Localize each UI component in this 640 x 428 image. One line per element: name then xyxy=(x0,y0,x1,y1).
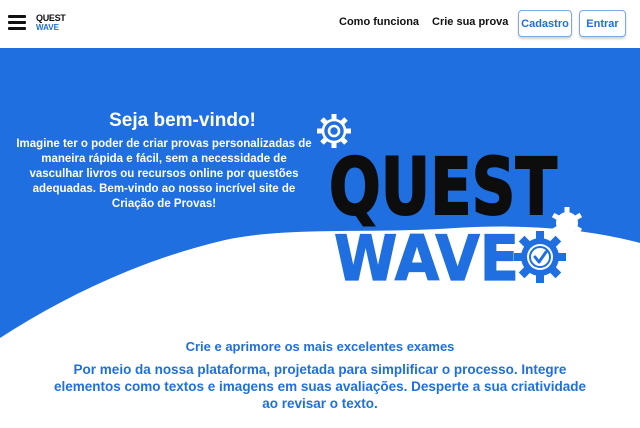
hamburger-menu-icon[interactable] xyxy=(8,15,26,31)
brand-word-quest: QUEST xyxy=(329,143,557,233)
login-button[interactable]: Entrar xyxy=(579,10,626,37)
nav-logo-line1: QUEST xyxy=(36,13,66,23)
nav-link-crie-sua-prova[interactable]: Crie sua prova xyxy=(432,15,508,29)
brand-word-wave: WAVE xyxy=(334,222,519,295)
section-title: Crie e aprimore os mais excelentes exame… xyxy=(185,339,455,354)
nav-logo[interactable]: QUEST WAVE xyxy=(36,14,66,34)
questwave-logo: QUEST WAVE xyxy=(317,114,583,295)
hero-description: Imagine ter o poder de criar provas pers… xyxy=(16,138,312,210)
gear-check-icon xyxy=(514,231,566,283)
signup-button[interactable]: Cadastro xyxy=(518,10,572,37)
nav-logo-line2: WAVE xyxy=(36,23,59,32)
top-navbar: QUEST WAVE Como funciona Crie sua prova … xyxy=(0,0,640,48)
hero-title: Seja bem-vindo! xyxy=(109,110,256,131)
nav-link-como-funciona[interactable]: Como funciona xyxy=(339,15,419,29)
section-description: Por meio da nossa plataforma, projetada … xyxy=(54,362,586,411)
